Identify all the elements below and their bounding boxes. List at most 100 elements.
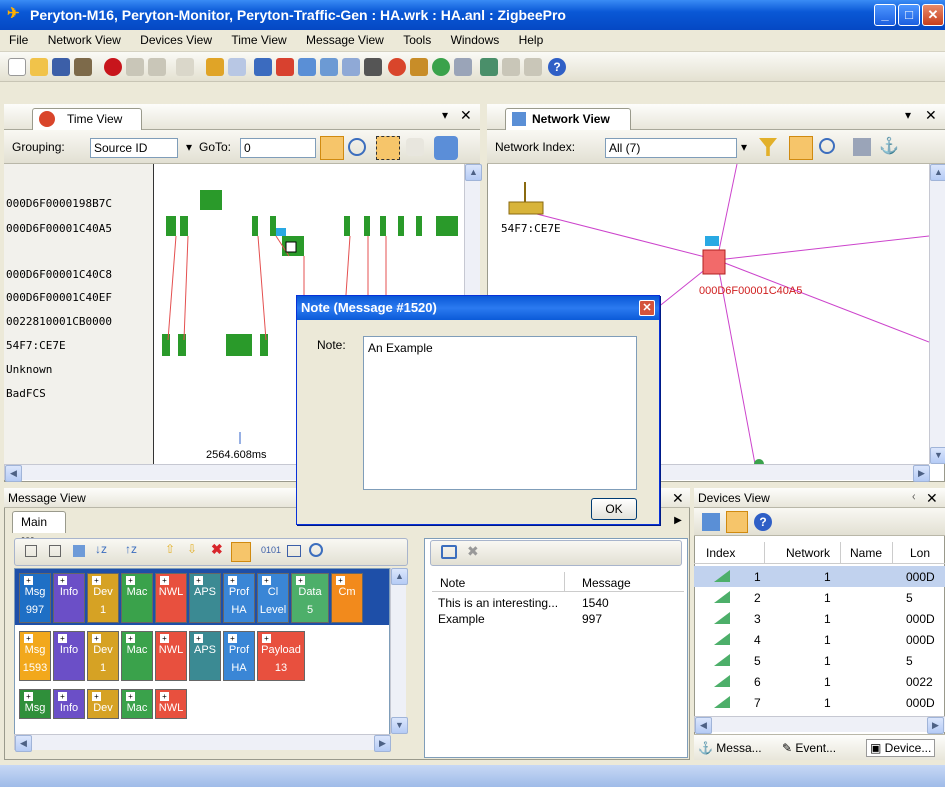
scroll-left-icon[interactable]: ◀ [695,717,712,734]
message-field-cell[interactable]: + Mac [121,573,153,623]
delete-note-icon[interactable]: ✖ [467,543,479,560]
wrench-icon[interactable] [454,58,472,76]
scroll-up-icon[interactable]: ▲ [391,568,408,585]
stop2-icon[interactable] [524,58,542,76]
sort-desc-icon[interactable]: ↑z [125,542,137,556]
minimize-button[interactable]: _ [874,4,896,26]
binary-icon[interactable]: 0101 [261,545,281,555]
coordinator-node-icon[interactable] [508,182,544,215]
expand-icon[interactable]: + [336,576,345,585]
expand-icon[interactable]: + [160,634,169,643]
note-textarea[interactable]: An Example [363,336,637,490]
anchor-icon[interactable] [320,58,338,76]
timer-icon[interactable] [434,136,458,160]
note-search-icon[interactable] [441,545,457,559]
network-index-dropdown-icon[interactable]: ▾ [741,140,747,154]
message-field-cell[interactable]: + NWL [155,689,187,719]
message-field-cell[interactable]: + Prof HA [223,573,255,623]
expand-icon[interactable]: + [126,576,135,585]
message-field-cell[interactable]: + Dev 1 [87,631,119,681]
scroll-up-icon[interactable]: ▲ [465,164,482,181]
device-table-row[interactable]: 6 1 0022 [694,671,945,692]
scroll-right-icon[interactable]: ▶ [927,717,944,734]
expand-icon[interactable]: + [194,576,203,585]
menu-file[interactable]: File [0,30,35,47]
list-icon[interactable] [254,58,272,76]
timeline-block[interactable] [200,190,222,210]
panel-close-icon[interactable]: ✕ [460,107,472,124]
expand-icon[interactable]: + [24,634,33,643]
message-field-cell[interactable]: + Msg 997 [19,573,51,623]
notes-header-note[interactable]: Note [440,576,465,590]
pause2-icon[interactable] [502,58,520,76]
devices-view-hscroll[interactable]: ◀ ▶ [694,716,945,734]
message-field-cell[interactable]: + Dev 1 [87,573,119,623]
panel-close-icon[interactable]: ✕ [925,107,937,124]
open-icon[interactable] [30,58,48,76]
expand-icon[interactable]: + [296,576,305,585]
expand-icon[interactable]: + [126,692,135,701]
goto-input[interactable]: 0 [240,138,316,158]
table-row[interactable]: Example 997 [432,610,684,626]
notes-header-message[interactable]: Message [582,576,631,590]
expand-icon[interactable]: + [194,634,203,643]
device-table-row[interactable]: 3 1 000D [694,608,945,629]
menu-message-view[interactable]: Message View [297,30,391,47]
collapse-all-icon[interactable] [49,545,61,557]
new-icon[interactable] [8,58,26,76]
sync-icon[interactable] [789,136,813,160]
expand-icon[interactable]: + [262,576,271,585]
device-row[interactable]: 000D6F00001C40EF [6,291,112,304]
expand-icon[interactable]: + [160,576,169,585]
scroll-right-icon[interactable]: ▶ [374,735,391,752]
message-grid[interactable]: + Msg 997 + Info + Dev 1 + Mac + NWL + APS + Prof HA + Cl L… [14,568,390,748]
menu-tools[interactable]: Tools [394,30,438,47]
expand-icon[interactable]: + [24,576,33,585]
tab-network-view[interactable]: Network View [505,108,631,130]
zoom-icon[interactable] [819,138,835,154]
expand-icon[interactable]: + [228,576,237,585]
device-row[interactable]: 000D6F0000198B7C [6,197,112,210]
message-field-cell[interactable]: + Data 5 [291,573,329,623]
message-field-cell[interactable]: + Info [53,573,85,623]
device-icon[interactable] [228,58,246,76]
device-table-row[interactable]: 1 1 000D [694,566,945,587]
filter-icon[interactable] [759,138,777,156]
note-check-icon[interactable] [285,241,297,253]
message-field-cell[interactable]: + APS [189,631,221,681]
delete-icon[interactable]: ✖ [211,541,223,558]
pin-icon[interactable]: ᚲ [910,490,917,504]
expand-icon[interactable]: + [92,692,101,701]
devices-header-network[interactable]: Network [786,546,830,560]
scroll-right-icon[interactable]: ▶ [913,465,930,482]
sync-icon[interactable] [320,136,344,160]
dialog-close-button[interactable]: ✕ [639,300,655,316]
device-row[interactable]: Unknown [6,363,52,376]
clock-icon[interactable] [388,58,406,76]
save-icon[interactable] [52,58,70,76]
event-icon[interactable] [276,58,294,76]
device-table-row[interactable]: 4 1 000D [694,629,945,650]
message-field-cell[interactable]: + Info [53,631,85,681]
message-field-cell[interactable]: + Mac [121,689,153,719]
menu-time-view[interactable]: Time View [222,30,293,47]
panel-menu-icon[interactable]: ▾ [905,108,911,122]
settings-icon[interactable] [410,58,428,76]
table-row[interactable]: This is an interesting... 1540 [432,594,684,610]
expand-icon[interactable]: + [24,692,33,701]
chart-icon[interactable] [432,58,450,76]
network-index-select[interactable]: All (7) [605,138,737,158]
message-field-cell[interactable]: + Msg [19,689,51,719]
expand-all-icon[interactable] [25,545,37,557]
message-field-cell[interactable]: + APS [189,573,221,623]
device-row[interactable]: BadFCS [6,387,46,400]
tab-main[interactable]: Main [3] [12,511,66,549]
close-button[interactable]: ✕ [922,4,944,26]
clipboard-icon[interactable] [74,58,92,76]
expand-icon[interactable]: + [58,692,67,701]
scroll-left-icon[interactable]: ◀ [5,465,22,482]
devices-header-index[interactable]: Index [706,546,735,560]
bottom-tab-devices[interactable]: ▣ Device... [866,739,936,757]
hand-icon[interactable] [406,138,424,156]
message-field-cell[interactable]: + Msg 1593 [19,631,51,681]
